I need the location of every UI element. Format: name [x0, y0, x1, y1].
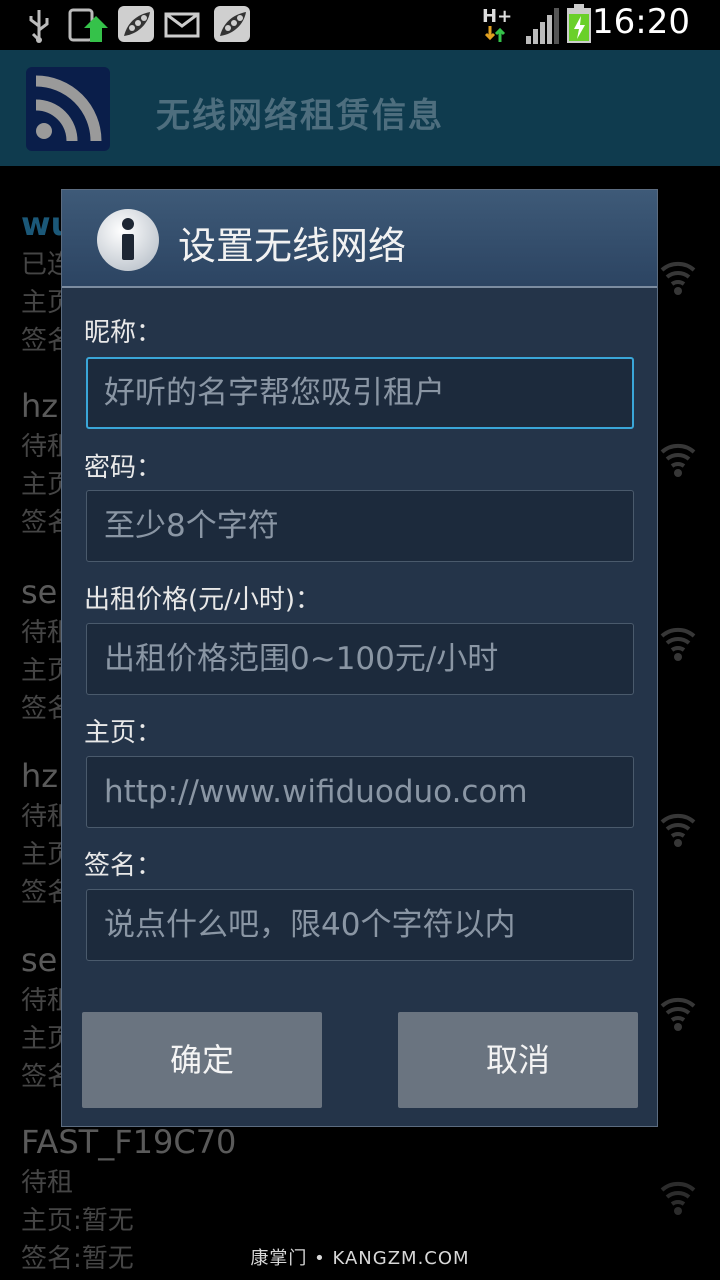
- settings-dialog: 设置无线网络 昵称： 好听的名字帮您吸引租户 密码： 至少8个字符 出租价格(元…: [61, 189, 658, 1127]
- status-bar: H+ 16:20: [0, 0, 720, 50]
- password-label: 密码：: [84, 453, 163, 483]
- nickname-label: 昵称：: [84, 318, 163, 348]
- network-arrows-icon: [484, 26, 506, 42]
- confirm-button[interactable]: 确定: [82, 1012, 322, 1108]
- nickname-input[interactable]: 好听的名字帮您吸引租户: [86, 357, 634, 429]
- info-icon: [97, 209, 159, 271]
- signature-input[interactable]: 说点什么吧，限40个字符以内: [86, 889, 634, 961]
- peapod-icon: [118, 6, 154, 42]
- homepage-input[interactable]: http://www.wifiduoduo.com: [86, 756, 634, 828]
- price-input[interactable]: 出租价格范围0~100元/小时: [86, 623, 634, 695]
- network-type-label: H+: [482, 6, 513, 27]
- signature-label: 签名：: [84, 851, 163, 881]
- usb-icon: [29, 10, 49, 43]
- app-title: 无线网络租赁信息: [156, 96, 444, 136]
- battery-charging-icon: [567, 4, 591, 43]
- app-bar: 无线网络租赁信息: [0, 50, 720, 166]
- price-label: 出租价格(元/小时)：: [84, 585, 322, 615]
- signal-icon: [526, 8, 559, 44]
- cancel-button[interactable]: 取消: [398, 1012, 638, 1108]
- rss-wifi-icon: [26, 67, 110, 151]
- clock: 16:20: [592, 2, 690, 42]
- peapod-icon: [214, 6, 250, 42]
- password-input[interactable]: 至少8个字符: [86, 490, 634, 562]
- dialog-title: 设置无线网络: [178, 224, 407, 268]
- mail-icon: [164, 12, 200, 38]
- homepage-label: 主页：: [84, 718, 163, 748]
- watermark: 康掌门 • KANGZM.COM: [250, 1248, 470, 1269]
- dialog-header: 设置无线网络: [62, 190, 657, 288]
- upload-app-icon: [68, 8, 108, 42]
